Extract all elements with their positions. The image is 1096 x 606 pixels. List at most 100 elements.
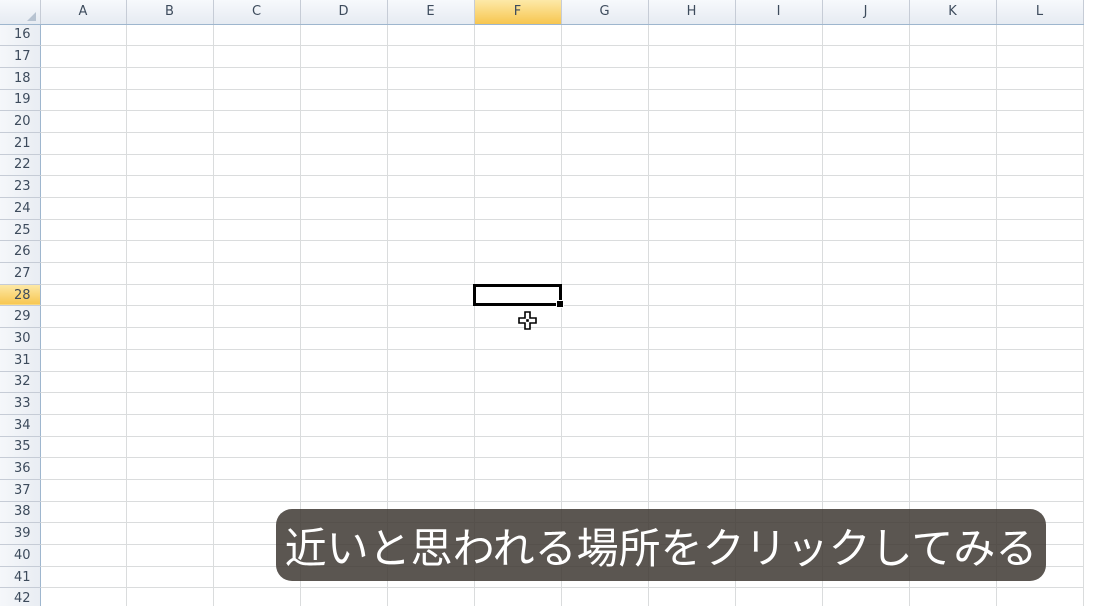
cell-k28[interactable] bbox=[909, 284, 997, 307]
cell-h27[interactable] bbox=[648, 262, 736, 285]
row-header-39[interactable]: 39 bbox=[0, 522, 41, 545]
cell-j23[interactable] bbox=[822, 175, 910, 198]
cell-j18[interactable] bbox=[822, 67, 910, 90]
cell-g35[interactable] bbox=[561, 436, 649, 459]
cell-c27[interactable] bbox=[213, 262, 301, 285]
cell-f25[interactable] bbox=[474, 219, 562, 242]
cell-b42[interactable] bbox=[126, 587, 214, 606]
cell-g42[interactable] bbox=[561, 587, 649, 606]
cell-e42[interactable] bbox=[387, 587, 475, 606]
cell-g30[interactable] bbox=[561, 327, 649, 350]
cell-g26[interactable] bbox=[561, 240, 649, 264]
cell-h28[interactable] bbox=[648, 284, 736, 307]
cell-l18[interactable] bbox=[996, 67, 1084, 90]
cell-h18[interactable] bbox=[648, 67, 736, 90]
cell-a28[interactable] bbox=[40, 284, 127, 307]
cell-h33[interactable] bbox=[648, 392, 736, 415]
cell-c35[interactable] bbox=[213, 436, 301, 459]
cell-l37[interactable] bbox=[996, 479, 1084, 502]
cell-e19[interactable] bbox=[387, 89, 475, 112]
cell-f20[interactable] bbox=[474, 110, 562, 133]
cell-b29[interactable] bbox=[126, 305, 214, 329]
cell-b41[interactable] bbox=[126, 566, 214, 589]
row-header-40[interactable]: 40 bbox=[0, 544, 41, 567]
cell-e36[interactable] bbox=[387, 457, 475, 480]
cell-h35[interactable] bbox=[648, 436, 736, 459]
cell-i32[interactable] bbox=[735, 371, 823, 394]
cell-a26[interactable] bbox=[40, 240, 127, 264]
cell-a27[interactable] bbox=[40, 262, 127, 285]
cell-a41[interactable] bbox=[40, 566, 127, 589]
cell-g21[interactable] bbox=[561, 132, 649, 155]
cell-g20[interactable] bbox=[561, 110, 649, 133]
row-header-34[interactable]: 34 bbox=[0, 414, 41, 437]
cell-e33[interactable] bbox=[387, 392, 475, 415]
cell-h25[interactable] bbox=[648, 219, 736, 242]
cell-g27[interactable] bbox=[561, 262, 649, 285]
cell-k30[interactable] bbox=[909, 327, 997, 350]
row-header-32[interactable]: 32 bbox=[0, 371, 41, 394]
cell-g36[interactable] bbox=[561, 457, 649, 480]
cell-a25[interactable] bbox=[40, 219, 127, 242]
cell-i17[interactable] bbox=[735, 45, 823, 68]
cell-j35[interactable] bbox=[822, 436, 910, 459]
column-header-g[interactable]: G bbox=[561, 0, 649, 25]
cell-g32[interactable] bbox=[561, 371, 649, 394]
cell-k37[interactable] bbox=[909, 479, 997, 502]
cell-j24[interactable] bbox=[822, 197, 910, 220]
column-header-d[interactable]: D bbox=[300, 0, 388, 25]
cell-c37[interactable] bbox=[213, 479, 301, 502]
cell-d23[interactable] bbox=[300, 175, 388, 198]
cell-i26[interactable] bbox=[735, 240, 823, 264]
cell-d35[interactable] bbox=[300, 436, 388, 459]
cell-k36[interactable] bbox=[909, 457, 997, 480]
cell-a31[interactable] bbox=[40, 349, 127, 372]
cell-g34[interactable] bbox=[561, 414, 649, 437]
cell-l36[interactable] bbox=[996, 457, 1084, 480]
cell-f27[interactable] bbox=[474, 262, 562, 285]
cell-b22[interactable] bbox=[126, 154, 214, 177]
cell-k17[interactable] bbox=[909, 45, 997, 68]
cell-j20[interactable] bbox=[822, 110, 910, 133]
cell-l16[interactable] bbox=[996, 24, 1084, 47]
cell-e34[interactable] bbox=[387, 414, 475, 437]
cell-l32[interactable] bbox=[996, 371, 1084, 394]
cell-k29[interactable] bbox=[909, 305, 997, 329]
cell-f19[interactable] bbox=[474, 89, 562, 112]
cell-d30[interactable] bbox=[300, 327, 388, 350]
cell-a16[interactable] bbox=[40, 24, 127, 47]
cell-j36[interactable] bbox=[822, 457, 910, 480]
cell-b19[interactable] bbox=[126, 89, 214, 112]
cell-b37[interactable] bbox=[126, 479, 214, 502]
cell-i35[interactable] bbox=[735, 436, 823, 459]
cell-i27[interactable] bbox=[735, 262, 823, 285]
cell-l28[interactable] bbox=[996, 284, 1084, 307]
fill-handle[interactable] bbox=[556, 300, 564, 308]
row-header-19[interactable]: 19 bbox=[0, 89, 41, 112]
cell-c22[interactable] bbox=[213, 154, 301, 177]
cell-f16[interactable] bbox=[474, 24, 562, 47]
cell-c24[interactable] bbox=[213, 197, 301, 220]
cell-f17[interactable] bbox=[474, 45, 562, 68]
cell-d16[interactable] bbox=[300, 24, 388, 47]
cell-b32[interactable] bbox=[126, 371, 214, 394]
cell-g31[interactable] bbox=[561, 349, 649, 372]
row-header-28[interactable]: 28 bbox=[0, 284, 41, 307]
cell-b31[interactable] bbox=[126, 349, 214, 372]
cell-f34[interactable] bbox=[474, 414, 562, 437]
cell-i24[interactable] bbox=[735, 197, 823, 220]
cell-d19[interactable] bbox=[300, 89, 388, 112]
cell-h24[interactable] bbox=[648, 197, 736, 220]
cell-a19[interactable] bbox=[40, 89, 127, 112]
cell-i30[interactable] bbox=[735, 327, 823, 350]
cell-j21[interactable] bbox=[822, 132, 910, 155]
column-header-b[interactable]: B bbox=[126, 0, 214, 25]
cell-c19[interactable] bbox=[213, 89, 301, 112]
cell-e32[interactable] bbox=[387, 371, 475, 394]
cell-g29[interactable] bbox=[561, 305, 649, 329]
cell-h36[interactable] bbox=[648, 457, 736, 480]
row-header-24[interactable]: 24 bbox=[0, 197, 41, 220]
cell-c32[interactable] bbox=[213, 371, 301, 394]
cell-l25[interactable] bbox=[996, 219, 1084, 242]
cell-g33[interactable] bbox=[561, 392, 649, 415]
